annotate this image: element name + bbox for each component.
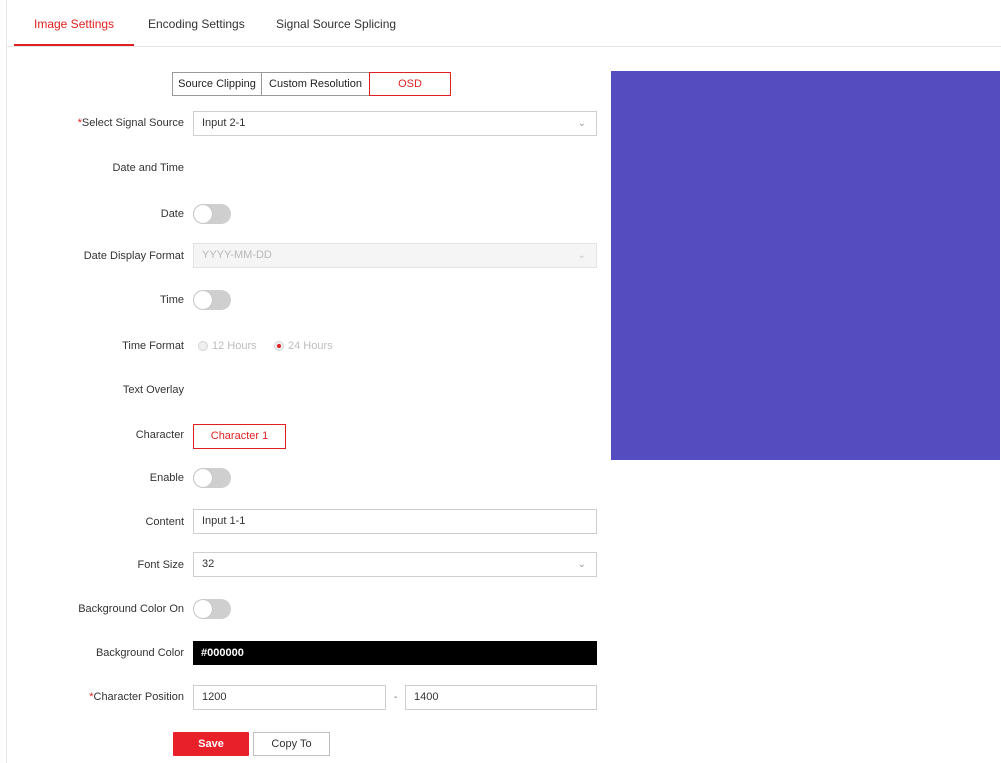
font-size-select[interactable]: 32 ⌄ (193, 552, 597, 577)
content-input[interactable]: Input 1-1 (193, 509, 597, 534)
left-border (6, 0, 7, 763)
date-display-format-select[interactable]: YYYY-MM-DD ⌄ (193, 243, 597, 268)
radio-24-hours[interactable]: 24 Hours (274, 340, 333, 352)
background-color-toggle[interactable] (193, 599, 231, 619)
enable-label: Enable (149, 472, 184, 484)
time-toggle[interactable] (193, 290, 231, 310)
background-color-on-label: Background Color On (78, 603, 184, 615)
radio-circle (198, 341, 208, 351)
time-label: Time (159, 294, 184, 306)
subtab-osd[interactable]: OSD (369, 72, 451, 96)
chevron-down-icon: ⌄ (577, 118, 586, 129)
character-1-button[interactable]: Character 1 (193, 424, 286, 449)
date-format-value: YYYY-MM-DD (202, 249, 272, 261)
save-button[interactable]: Save (173, 732, 249, 756)
subtab-source-clipping[interactable]: Source Clipping (172, 72, 262, 96)
enable-toggle[interactable] (193, 468, 231, 488)
radio-12-hours[interactable]: 12 Hours (198, 340, 257, 352)
date-label: Date (160, 208, 184, 220)
background-color-picker[interactable]: #000000 (193, 641, 597, 665)
character-position-x-input[interactable]: 1200 (193, 685, 386, 710)
tab-signal-source-splicing[interactable]: Signal Source Splicing (276, 0, 396, 46)
toggle-knob (194, 291, 212, 309)
toggle-knob (194, 600, 212, 618)
text-overlay-heading: Text Overlay (122, 384, 184, 396)
toggle-knob (194, 205, 212, 223)
signal-source-select[interactable]: Input 2-1 ⌄ (193, 111, 597, 136)
video-preview (611, 71, 1000, 460)
date-toggle[interactable] (193, 204, 231, 224)
tab-encoding-settings[interactable]: Encoding Settings (148, 0, 245, 46)
font-size-value: 32 (202, 558, 215, 570)
copy-to-button[interactable]: Copy To (253, 732, 330, 756)
content-label: Content (145, 516, 184, 528)
toggle-knob (194, 469, 212, 487)
chevron-down-icon: ⌄ (577, 559, 586, 570)
position-separator: - (394, 692, 398, 703)
chevron-down-icon: ⌄ (577, 250, 586, 261)
tab-image-settings[interactable]: Image Settings (34, 0, 114, 46)
character-position-y-input[interactable]: 1400 (405, 685, 597, 710)
character-label: Character (135, 429, 184, 441)
character-position-label: *Character Position (89, 691, 184, 703)
time-format-label: Time Format (122, 340, 184, 352)
active-tab-indicator (14, 44, 134, 46)
signal-source-value: Input 2-1 (202, 117, 246, 129)
tab-bar: Image Settings Encoding Settings Signal … (7, 0, 1001, 47)
subtab-custom-resolution[interactable]: Custom Resolution (261, 72, 370, 96)
font-size-label: Font Size (137, 559, 184, 571)
date-display-format-label: Date Display Format (83, 250, 184, 262)
background-color-label: Background Color (95, 647, 184, 659)
date-and-time-heading: Date and Time (112, 162, 184, 174)
radio-circle-selected (274, 341, 284, 351)
select-signal-source-label: *Select Signal Source (77, 117, 184, 129)
